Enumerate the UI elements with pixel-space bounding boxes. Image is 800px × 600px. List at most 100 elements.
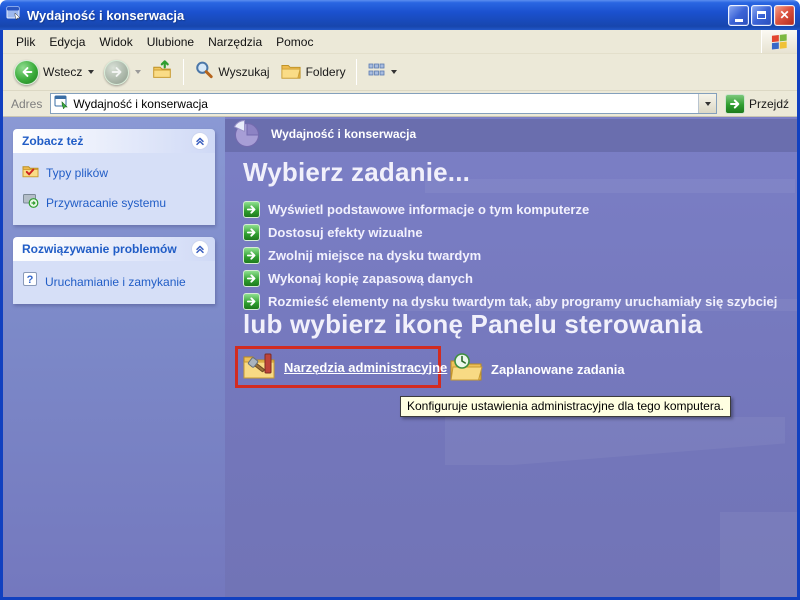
task-label: Dostosuj efekty wizualne: [268, 225, 423, 240]
back-dropdown-icon: [88, 70, 95, 74]
admin-tools-icon: [242, 349, 276, 386]
panel-see-also: Zobacz też Typy plików Przywracanie syst…: [13, 129, 215, 225]
address-bar: Adres Wydajność i konserwacja Przejdź: [3, 91, 797, 117]
sidebar-item-label: Przywracanie systemu: [46, 195, 167, 210]
panel-troubleshooting: Rozwiązywanie problemów ? Uruchamianie i…: [13, 237, 215, 304]
menu-widok[interactable]: Widok: [92, 32, 139, 52]
watermark-shape: [720, 512, 797, 597]
windows-logo-icon: [761, 30, 797, 53]
folders-icon: [280, 60, 302, 85]
address-input[interactable]: Wydajność i konserwacja: [50, 93, 717, 114]
scheduled-tasks-icon: [449, 351, 483, 388]
chevron-up-icon: [196, 137, 204, 146]
menu-bar: Plik Edycja Widok Ulubione Narzędzia Pom…: [3, 30, 797, 54]
collapse-button[interactable]: [191, 240, 209, 258]
forward-dropdown-icon: [135, 70, 142, 74]
forward-icon: [104, 59, 130, 85]
go-button[interactable]: Przejdź: [722, 93, 792, 115]
address-dropdown-button[interactable]: [697, 94, 716, 113]
close-icon: ✕: [779, 8, 790, 22]
green-arrow-icon: [243, 201, 260, 218]
panel-see-also-header[interactable]: Zobacz też: [13, 129, 215, 153]
main-pane: Wydajność i konserwacja Wybierz zadanie.…: [225, 117, 797, 597]
watermark-shape: [425, 179, 795, 193]
green-arrow-icon: [243, 224, 260, 241]
views-button[interactable]: [362, 58, 402, 87]
watermark-shape: [445, 417, 785, 465]
chevron-down-icon: [705, 101, 712, 106]
address-page-icon: [54, 94, 69, 114]
folder-check-icon: [22, 163, 39, 183]
menu-plik[interactable]: Plik: [9, 32, 42, 52]
task-label: Rozmieść elementy na dysku twardym tak, …: [268, 294, 778, 309]
menu-ulubione[interactable]: Ulubione: [140, 32, 201, 52]
scheduled-tasks-item[interactable]: Zaplanowane zadania: [449, 351, 625, 388]
titlebar[interactable]: Wydajność i konserwacja ✕: [0, 0, 800, 30]
sidebar-item-label: Typy plików: [46, 166, 109, 180]
task-label: Wykonaj kopię zapasową danych: [268, 271, 473, 286]
address-label: Adres: [11, 96, 43, 111]
folders-button[interactable]: Foldery: [275, 57, 351, 88]
green-arrow-icon: [243, 247, 260, 264]
panel-title: Zobacz też: [22, 134, 84, 148]
search-label: Wyszukaj: [218, 65, 270, 79]
chevron-up-icon: [196, 245, 204, 254]
address-value: Wydajność i konserwacja: [73, 96, 208, 111]
system-restore-icon: [22, 192, 39, 213]
panel-body: ? Uruchamianie i zamykanie: [13, 261, 215, 304]
menu-pomoc[interactable]: Pomoc: [269, 32, 320, 52]
task-link-free-disk-space[interactable]: Zwolnij miejsce na dysku twardym: [243, 247, 777, 264]
task-link-system-info[interactable]: Wyświetl podstawowe informacje o tym kom…: [243, 201, 777, 218]
icons-heading: lub wybierz ikonę Panelu sterowania: [243, 309, 703, 339]
green-arrow-icon: [243, 293, 260, 310]
collapse-button[interactable]: [191, 132, 209, 150]
back-button[interactable]: Wstecz: [9, 57, 99, 88]
go-arrow-icon: [724, 93, 745, 114]
maximize-button[interactable]: [751, 4, 772, 26]
explorer-window: Wydajność i konserwacja ✕ Plik Edycja Wi…: [0, 0, 800, 600]
task-label: Wyświetl podstawowe informacje o tym kom…: [268, 202, 590, 217]
search-icon: [194, 60, 214, 85]
minimize-icon: [734, 18, 743, 22]
views-icon: [367, 61, 385, 84]
up-button[interactable]: [146, 56, 178, 89]
svg-text:?: ?: [27, 274, 34, 286]
toolbar-separator: [355, 59, 357, 85]
minimize-button[interactable]: [728, 4, 749, 26]
folders-label: Foldery: [305, 65, 346, 79]
go-label: Przejdź: [748, 96, 789, 111]
sidebar-item-system-restore[interactable]: Przywracanie systemu: [22, 192, 207, 213]
task-link-defragment[interactable]: Rozmieść elementy na dysku twardym tak, …: [243, 293, 777, 310]
panel-body: Typy plików Przywracanie systemu: [13, 153, 215, 225]
toolbar-separator: [183, 59, 185, 85]
task-list: Wyświetl podstawowe informacje o tym kom…: [243, 201, 777, 310]
forward-button[interactable]: [99, 57, 146, 88]
admin-tools-item[interactable]: Narzędzia administracyjne: [242, 349, 447, 386]
views-dropdown-icon: [390, 70, 397, 74]
tasks-heading: Wybierz zadanie...: [243, 157, 471, 187]
panel-title: Rozwiązywanie problemów: [22, 242, 177, 256]
sidebar-item-file-types[interactable]: Typy plików: [22, 163, 207, 183]
back-icon: [14, 59, 39, 85]
content-area: Zobacz też Typy plików Przywracanie syst…: [3, 117, 797, 597]
maximize-icon: [757, 11, 766, 19]
tooltip: Konfiguruje ustawienia administracyjne d…: [400, 396, 731, 417]
sidebar: Zobacz też Typy plików Przywracanie syst…: [3, 117, 225, 597]
page-title: Wydajność i konserwacja: [271, 127, 417, 141]
panel-troubleshooting-header[interactable]: Rozwiązywanie problemów: [13, 237, 215, 261]
close-button[interactable]: ✕: [774, 4, 795, 26]
back-label: Wstecz: [43, 65, 83, 79]
performance-pie-icon: [231, 118, 261, 153]
task-link-visual-effects[interactable]: Dostosuj efekty wizualne: [243, 224, 777, 241]
admin-tools-label: Narzędzia administracyjne: [284, 359, 448, 375]
menu-edycja[interactable]: Edycja: [42, 32, 92, 52]
window-title: Wydajność i konserwacja: [27, 7, 185, 23]
search-button[interactable]: Wyszukaj: [189, 57, 274, 88]
menu-narzedzia[interactable]: Narzędzia: [201, 32, 269, 52]
task-label: Zwolnij miejsce na dysku twardym: [268, 248, 482, 263]
folder-up-icon: [151, 59, 173, 86]
window-frame: Plik Edycja Widok Ulubione Narzędzia Pom…: [0, 30, 800, 600]
task-link-backup[interactable]: Wykonaj kopię zapasową danych: [243, 270, 777, 287]
toolbar: Wstecz Wyszukaj Foldery: [3, 54, 797, 91]
sidebar-item-startup-shutdown[interactable]: ? Uruchamianie i zamykanie: [22, 271, 207, 292]
